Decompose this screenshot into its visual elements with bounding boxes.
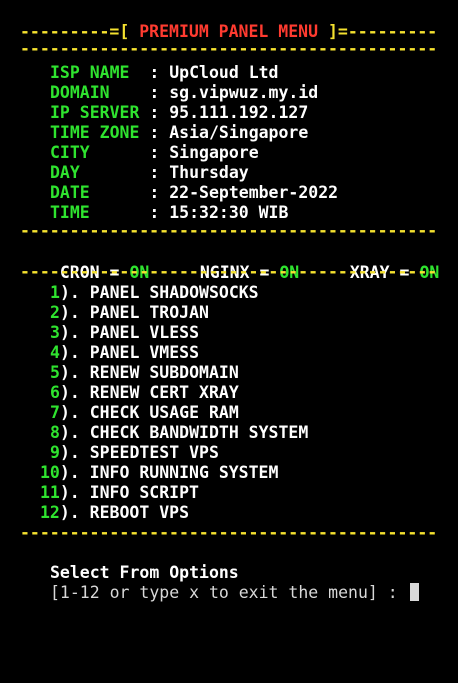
menu-item-number: 5 (50, 363, 60, 382)
menu-item-number: 12 (40, 503, 60, 522)
menu-item[interactable]: 1). PANEL SHADOWSOCKS (50, 283, 259, 303)
info-label: ISP NAME (50, 63, 140, 82)
info-value: 15:32:30 WIB (169, 203, 289, 222)
info-row: CITY : Singapore (50, 143, 259, 163)
menu-item[interactable]: 6). RENEW CERT XRAY (50, 383, 239, 403)
menu-item-number: 6 (50, 383, 60, 402)
menu-item[interactable]: 5). RENEW SUBDOMAIN (50, 363, 239, 383)
info-row: TIME : 15:32:30 WIB (50, 203, 288, 223)
info-row: IP SERVER : 95.111.192.127 (50, 103, 308, 123)
info-separator: : (139, 143, 170, 162)
menu-item-label: ). INFO RUNNING SYSTEM (59, 463, 279, 482)
menu-item-label: ). PANEL TROJAN (59, 303, 209, 322)
menu-item[interactable]: 2). PANEL TROJAN (50, 303, 209, 323)
divider: ----------------------------------------… (20, 39, 439, 58)
info-label: DATE (50, 183, 140, 202)
prompt-line[interactable]: [1-12 or type x to exit the menu] : (50, 583, 419, 603)
service-status-row: CRON = ON (40, 243, 149, 282)
menu-item-label: ). PANEL VMESS (59, 343, 200, 362)
info-value: sg.vipwuz.my.id (169, 83, 319, 102)
info-row: DAY : Thursday (50, 163, 249, 183)
menu-item-label: ). PANEL SHADOWSOCKS (59, 283, 259, 302)
menu-item[interactable]: 10). INFO RUNNING SYSTEM (40, 463, 278, 483)
service-status-row: NGINX = ON (180, 243, 299, 282)
info-separator: : (139, 203, 170, 222)
menu-item-label: ). PANEL VLESS (59, 323, 200, 342)
menu-item-number: 2 (50, 303, 60, 322)
info-label: DOMAIN (50, 83, 140, 102)
menu-item-label: ). CHECK BANDWIDTH SYSTEM (59, 423, 309, 442)
service-status-row: XRAY = ON (330, 243, 439, 282)
menu-item-label: ). RENEW CERT XRAY (59, 383, 239, 402)
info-row: ISP NAME : UpCloud Ltd (50, 63, 279, 83)
prompt-heading: Select From Options (50, 563, 239, 582)
info-label: CITY (50, 143, 140, 162)
menu-item-number: 7 (50, 403, 60, 422)
menu-item[interactable]: 3). PANEL VLESS (50, 323, 199, 343)
terminal-cursor[interactable] (409, 583, 419, 601)
prompt-text: [1-12 or type x to exit the menu] : (50, 583, 398, 602)
info-value: Thursday (169, 163, 249, 182)
menu-item-label: ). SPEEDTEST VPS (59, 443, 219, 462)
info-separator: : (139, 83, 170, 102)
info-row: TIME ZONE : Asia/Singapore (50, 123, 308, 143)
info-label: TIME (50, 203, 140, 222)
menu-item-number: 9 (50, 443, 60, 462)
menu-item-number: 4 (50, 343, 60, 362)
info-value: 22-September-2022 (169, 183, 339, 202)
menu-item[interactable]: 9). SPEEDTEST VPS (50, 443, 219, 463)
menu-item[interactable]: 11). INFO SCRIPT (40, 483, 199, 503)
info-separator: : (139, 103, 170, 122)
info-separator: : (139, 63, 170, 82)
divider: ----------------------------------------… (20, 262, 439, 281)
info-label: IP SERVER (50, 103, 140, 122)
menu-item-number: 3 (50, 323, 60, 342)
info-row: DOMAIN : sg.vipwuz.my.id (50, 83, 318, 103)
divider: ----------------------------------------… (20, 221, 439, 240)
info-row: DATE : 22-September-2022 (50, 183, 338, 203)
menu-item[interactable]: 7). CHECK USAGE RAM (50, 403, 239, 423)
menu-item-label: ). REBOOT VPS (59, 503, 190, 522)
menu-item-number: 10 (40, 463, 60, 482)
menu-item-label: ). INFO SCRIPT (59, 483, 199, 502)
info-separator: : (139, 123, 170, 142)
menu-item[interactable]: 4). PANEL VMESS (50, 343, 199, 363)
info-separator: : (139, 183, 170, 202)
menu-item-number: 11 (40, 483, 60, 502)
menu-item-label: ). RENEW SUBDOMAIN (59, 363, 239, 382)
info-label: DAY (50, 163, 140, 182)
info-label: TIME ZONE (50, 123, 140, 142)
menu-item-number: 8 (50, 423, 60, 442)
info-separator: : (139, 163, 170, 182)
info-value: UpCloud Ltd (169, 63, 279, 82)
info-value: 95.111.192.127 (169, 103, 309, 122)
menu-item-label: ). CHECK USAGE RAM (59, 403, 239, 422)
info-value: Singapore (169, 143, 259, 162)
menu-item-number: 1 (50, 283, 60, 302)
info-value: Asia/Singapore (169, 123, 309, 142)
menu-item[interactable]: 12). REBOOT VPS (40, 503, 189, 523)
menu-item[interactable]: 8). CHECK BANDWIDTH SYSTEM (50, 423, 308, 443)
divider: ----------------------------------------… (20, 523, 439, 542)
